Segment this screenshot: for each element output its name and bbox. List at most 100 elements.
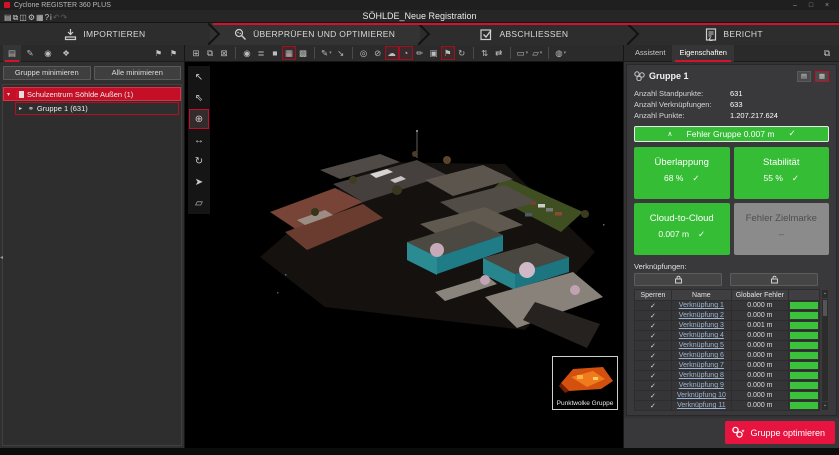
- saved-views-icon[interactable]: ▱: [530, 46, 544, 60]
- limit-box-icon[interactable]: ▭: [515, 46, 531, 60]
- undo-icon[interactable]: ↶: [53, 13, 60, 22]
- camera-icon[interactable]: ▣: [427, 46, 441, 60]
- group-thumbnail[interactable]: Punktwolke Gruppe: [552, 356, 618, 410]
- tree-item-site[interactable]: ▾ Schulzentrum Söhlde Außen (1): [3, 87, 181, 101]
- step-importieren[interactable]: IMPORTIEREN: [0, 23, 210, 45]
- target-icon[interactable]: ◎: [357, 46, 371, 60]
- point-cloud-canvas[interactable]: ↖⇖⊕↔↻➤▱: [185, 62, 623, 448]
- pick-point-icon[interactable]: ↘: [334, 46, 348, 60]
- pan-tool-icon[interactable]: ⊕: [189, 109, 209, 129]
- open-project-icon[interactable]: ▤: [4, 13, 12, 22]
- link-name[interactable]: Verknüpfung 4: [679, 332, 724, 339]
- settings-gear-icon[interactable]: ⚙: [28, 13, 35, 22]
- lock-checkbox[interactable]: ✓: [635, 321, 672, 331]
- import-data-icon[interactable]: ⧉: [13, 13, 19, 22]
- metric-fehler-zielmarke[interactable]: Fehler Zielmarke --: [734, 203, 830, 255]
- scrollbar-thumb[interactable]: [823, 300, 827, 316]
- filter-flag-a-icon[interactable]: ⚑: [151, 49, 166, 58]
- lock-checkbox[interactable]: ✓: [635, 341, 672, 351]
- lock-checkbox[interactable]: ✓: [635, 371, 672, 381]
- move-axis-icon[interactable]: ⇅: [478, 46, 492, 60]
- swap-axis-icon[interactable]: ⇄: [492, 46, 506, 60]
- grid-view-toggle[interactable]: ▦: [815, 71, 829, 82]
- hand-tool-icon[interactable]: ⊞: [189, 46, 203, 60]
- step-ueberpruefen-und-optimieren[interactable]: ÜBERPRÜFEN UND OPTIMIEREN: [210, 23, 420, 45]
- info-icon[interactable]: i: [50, 13, 52, 22]
- cube-view-tool-icon[interactable]: ▱: [189, 193, 209, 213]
- point-cloud-icon[interactable]: ☁: [385, 46, 399, 60]
- fly-tool-icon[interactable]: ➤: [189, 172, 209, 192]
- pano-view-icon[interactable]: ▦: [282, 46, 296, 60]
- imagery-view-icon[interactable]: ▩: [296, 46, 310, 60]
- device-icon[interactable]: ◫: [19, 13, 27, 22]
- tag-icon[interactable]: ⊘: [371, 46, 385, 60]
- maximize-button[interactable]: □: [803, 2, 819, 9]
- step-abschliessen[interactable]: ABSCHLIESSEN: [420, 23, 630, 45]
- group-error-banner[interactable]: ∧ Fehler Gruppe 0.007 m ✓: [634, 126, 829, 143]
- collapse-caret-icon[interactable]: ▾: [7, 91, 13, 98]
- view-globe-icon[interactable]: ◍: [553, 46, 568, 60]
- metric-stabilitaet[interactable]: Stabilität 55 %✓: [734, 147, 830, 199]
- optimize-group-button[interactable]: Gruppe optimieren: [725, 421, 835, 444]
- multi-select-tool-icon[interactable]: ⇖: [189, 88, 209, 108]
- annotate-icon[interactable]: ✏: [413, 46, 427, 60]
- list-view-toggle[interactable]: ▤: [797, 71, 811, 82]
- collapse-chevron-icon[interactable]: ∧: [667, 130, 672, 138]
- tab-assistent[interactable]: Assistent: [628, 45, 672, 62]
- orbit-tool-icon[interactable]: ↻: [189, 151, 209, 171]
- lock-checkbox[interactable]: ✓: [635, 361, 672, 371]
- link-name[interactable]: Verknüpfung 10: [677, 392, 726, 399]
- storage-icon[interactable]: ▦: [36, 13, 44, 22]
- select-tool-icon[interactable]: ↖: [189, 67, 209, 87]
- lock-view-icon[interactable]: ↻: [455, 46, 469, 60]
- lock-checkbox[interactable]: ✓: [635, 381, 672, 391]
- duplicate-view-icon[interactable]: ⧉: [203, 46, 217, 60]
- link-name[interactable]: Verknüpfung 7: [679, 362, 724, 369]
- lock-checkbox[interactable]: ✓: [635, 401, 672, 411]
- metric-ueberlappung[interactable]: Überlappung 68 %✓: [634, 147, 730, 199]
- close-button[interactable]: ×: [819, 2, 835, 9]
- link-name[interactable]: Verknüpfung 6: [679, 352, 724, 359]
- expand-caret-icon[interactable]: ▸: [19, 105, 25, 112]
- tab-assets[interactable]: ❖: [57, 45, 75, 62]
- link-name[interactable]: Verknüpfung 9: [679, 382, 724, 389]
- table-scrollbar[interactable]: ▪ ▪: [821, 289, 829, 411]
- link-name[interactable]: Verknüpfung 3: [679, 322, 724, 329]
- solid-view-icon[interactable]: ■: [268, 46, 282, 60]
- collapse-all-button[interactable]: Alle minimieren: [94, 66, 182, 80]
- distance-tool-icon[interactable]: ↔: [189, 130, 209, 150]
- tree-item-gruppe-1[interactable]: ▸ ⚭ Gruppe 1 (631): [15, 102, 179, 115]
- filter-flag-b-icon[interactable]: ⚑: [166, 49, 181, 58]
- panel-collapse-handle[interactable]: ◂: [0, 250, 6, 266]
- tab-annotations[interactable]: ✎: [21, 45, 39, 62]
- lock-checkbox[interactable]: ✓: [635, 331, 672, 341]
- cloud-layers-icon[interactable]: ≣: [254, 46, 268, 60]
- lock-checkbox[interactable]: ✓: [635, 351, 672, 361]
- collapse-group-button[interactable]: Gruppe minimieren: [3, 66, 91, 80]
- minimize-button[interactable]: –: [787, 2, 803, 9]
- redo-icon[interactable]: ↷: [61, 13, 68, 22]
- scroll-up-icon[interactable]: ▪: [822, 290, 828, 299]
- metric-cloud-to-cloud[interactable]: Cloud-to-Cloud 0.007 m✓: [634, 203, 730, 255]
- help-icon[interactable]: ?: [45, 13, 49, 22]
- link-name[interactable]: Verknüpfung 1: [679, 302, 724, 309]
- zoom-fit-icon[interactable]: ⊠: [217, 46, 231, 60]
- lock-checkbox[interactable]: ✓: [635, 301, 672, 311]
- lock-checkbox[interactable]: ✓: [635, 391, 672, 401]
- tab-project-explorer[interactable]: ▤: [3, 45, 21, 62]
- split-view-icon[interactable]: ◔: [399, 46, 413, 60]
- measure-tool-icon[interactable]: ✎: [319, 46, 334, 60]
- geotag-icon[interactable]: ⚑: [441, 46, 455, 60]
- tab-eigenschaften[interactable]: Eigenschaften: [672, 45, 734, 62]
- link-name[interactable]: Verknüpfung 5: [679, 342, 724, 349]
- link-name[interactable]: Verknüpfung 11: [677, 402, 726, 409]
- lock-checkbox[interactable]: ✓: [635, 311, 672, 321]
- step-bericht[interactable]: BERICHT: [629, 23, 839, 45]
- link-name[interactable]: Verknüpfung 8: [679, 372, 724, 379]
- link-name[interactable]: Verknüpfung 2: [679, 312, 724, 319]
- visibility-icon[interactable]: ◉: [240, 46, 254, 60]
- lock-all-button[interactable]: [634, 273, 722, 286]
- scroll-down-icon[interactable]: ▪: [822, 401, 828, 410]
- panel-layout-icon[interactable]: ⧉: [819, 48, 835, 59]
- unlock-all-button[interactable]: [730, 273, 818, 286]
